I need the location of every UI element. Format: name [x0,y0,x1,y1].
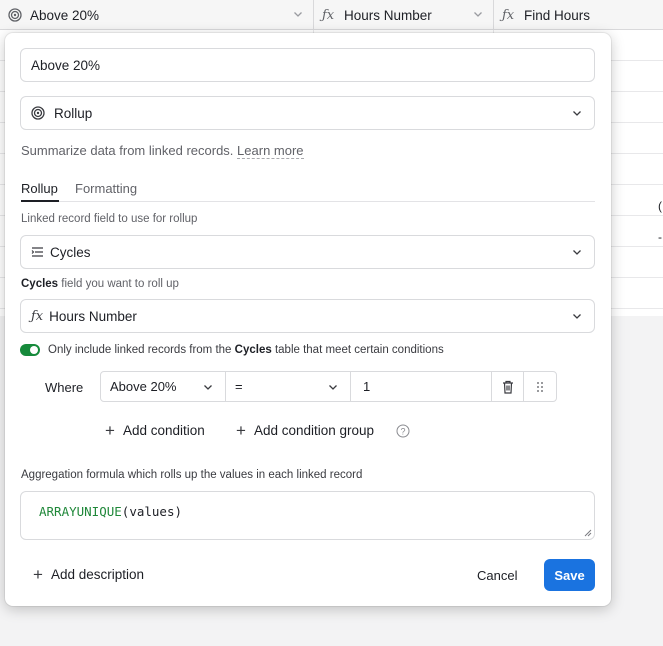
field-type-select[interactable]: Rollup [20,96,595,130]
field-type-description: Summarize data from linked records. Lear… [21,143,304,159]
column-header-hours-number[interactable]: ƒx Hours Number [314,0,494,30]
formula-icon: ƒx [31,308,44,324]
formula-icon: ƒx [322,7,335,23]
add-condition-label: Add condition [122,423,205,438]
rollup-icon [31,106,45,120]
condition-operator-select[interactable]: = [226,372,351,401]
filter-toggle[interactable] [20,344,40,356]
filter-text-before: Only include linked records from the [48,344,232,356]
plus-icon: + [33,565,43,584]
rollup-field-label-text: field you want to roll up [61,278,179,290]
formula-icon: ƒx [502,7,515,23]
filter-text-after: table that meet certain conditions [274,344,444,356]
linked-records-icon [31,246,44,258]
field-edit-dialog: Above 20% Rollup Summarize data from lin… [5,33,611,606]
plus-icon: + [236,421,246,440]
linked-field-select[interactable]: Cycles [20,235,595,269]
tabs-divider [21,201,595,202]
add-condition-group-button[interactable]: + Add condition group [236,422,374,439]
field-name-value: Above 20% [31,57,101,73]
learn-more-link[interactable]: Learn more [237,143,304,159]
grid-header: Above 20% ƒx Hours Number ƒx Find Hours [0,0,663,30]
description-text: Summarize data from linked records. [21,143,234,158]
cell-value: - [658,230,662,244]
where-label: Where [45,380,84,395]
formula-function: ARRAYUNIQUE [39,504,122,519]
condition-operator-value: = [235,379,243,394]
drag-handle-icon [537,381,543,392]
resize-handle-icon[interactable] [583,528,592,537]
save-button[interactable]: Save [544,559,595,591]
condition-value-input[interactable]: 1 [351,372,492,401]
condition-value: 1 [363,379,371,394]
rollup-icon [8,8,24,22]
filter-toggle-label: Only include linked records from the Cyc… [48,344,444,356]
chevron-down-icon [329,384,337,390]
chevron-down-icon [294,12,302,17]
svg-text:?: ? [400,427,405,437]
column-header-above-20[interactable]: Above 20% [0,0,314,30]
rollup-field-value: Hours Number [49,308,137,324]
chevron-down-icon [573,314,581,319]
aggregation-label: Aggregation formula which rolls up the v… [21,469,363,481]
toggle-knob [30,346,38,354]
field-name-input[interactable]: Above 20% [20,48,595,82]
rollup-field-select[interactable]: ƒx Hours Number [20,299,595,333]
chevron-down-icon [573,111,581,116]
tab-formatting[interactable]: Formatting [75,181,137,196]
condition-row: Above 20% = 1 [100,371,557,402]
condition-field-value: Above 20% [110,379,177,394]
column-header-label: Above 20% [30,7,100,23]
column-header-label: Find Hours [524,7,591,23]
drag-handle[interactable] [524,372,556,401]
chevron-down-icon [474,12,482,17]
plus-icon: + [105,421,115,440]
column-header-find-hours[interactable]: ƒx Find Hours [494,0,663,30]
trash-icon [502,380,513,394]
chevron-down-icon [573,250,581,255]
cell-value: ( [658,199,662,213]
add-condition-group-label: Add condition group [253,423,375,438]
column-header-label: Hours Number [344,7,432,23]
tab-rollup[interactable]: Rollup [21,181,58,196]
linked-field-value: Cycles [50,244,91,260]
cancel-button[interactable]: Cancel [477,559,517,591]
help-icon[interactable]: ? [396,424,410,438]
aggregation-formula-input[interactable]: ARRAYUNIQUE(values) [20,491,595,540]
rollup-field-label-table: Cycles [21,278,59,290]
add-description-label: Add description [50,567,144,582]
active-tab-indicator [21,200,59,202]
chevron-down-icon [204,384,212,390]
rollup-field-label: Cycles field you want to roll up [21,278,179,290]
field-type-label: Rollup [54,105,93,121]
delete-condition-button[interactable] [492,372,524,401]
add-condition-button[interactable]: + Add condition [105,422,205,439]
add-description-button[interactable]: + Add description [33,566,144,583]
linked-field-label: Linked record field to use for rollup [21,213,198,225]
formula-args: (values) [121,504,183,519]
filter-table-name: Cycles [234,344,272,356]
condition-field-select[interactable]: Above 20% [101,372,226,401]
